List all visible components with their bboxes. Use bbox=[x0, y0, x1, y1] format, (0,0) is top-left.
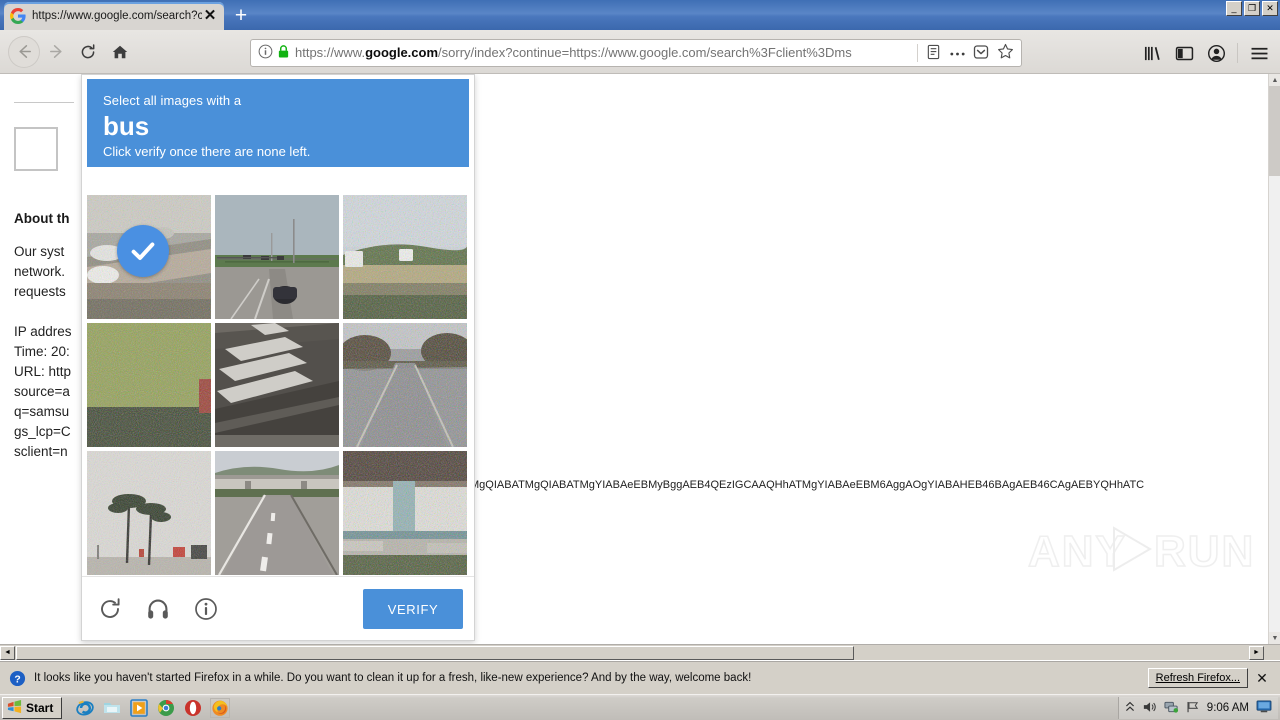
url-domain: google.com bbox=[365, 45, 439, 60]
system-tray: 9:06 AM bbox=[1117, 697, 1278, 719]
firefox-notification-bar: ? It looks like you haven't started Fire… bbox=[0, 661, 1280, 694]
address-bar[interactable]: https://www.google.com/sorry/index?conti… bbox=[250, 39, 1022, 67]
google-g-icon bbox=[10, 8, 26, 24]
url-divider bbox=[917, 44, 918, 62]
captcha-tile-1[interactable] bbox=[87, 195, 211, 319]
taskbar: Start 9:06 AM bbox=[0, 694, 1280, 720]
page-content: About th Our syst network. requests IP a… bbox=[0, 74, 1268, 644]
start-label: Start bbox=[26, 700, 54, 715]
captcha-image-grid bbox=[87, 195, 471, 575]
notification-message: It looks like you haven't started Firefo… bbox=[34, 672, 752, 684]
folder-icon[interactable] bbox=[103, 699, 121, 717]
chrome-icon[interactable] bbox=[157, 699, 175, 717]
internet-explorer-icon[interactable] bbox=[76, 699, 95, 717]
url-path: /sorry/index?continue=https://www.google… bbox=[438, 45, 852, 60]
flag-icon[interactable] bbox=[1186, 700, 1200, 717]
tab-close-button[interactable]: ✕ bbox=[202, 8, 218, 24]
url-scheme: https://www. bbox=[295, 45, 366, 60]
notification-close-button[interactable]: ✕ bbox=[1254, 670, 1270, 687]
checkmark-icon bbox=[117, 225, 169, 277]
speaker-icon[interactable] bbox=[1142, 700, 1157, 717]
captcha-tile-8[interactable] bbox=[215, 451, 339, 575]
forward-arrow-icon[interactable] bbox=[40, 36, 72, 68]
ellipsis-icon[interactable] bbox=[945, 46, 969, 60]
title-bar: https://www.google.com/search?c ✕ + _ ❐ … bbox=[0, 0, 1280, 30]
captcha-tile-7[interactable] bbox=[87, 451, 211, 575]
browser-tab[interactable]: https://www.google.com/search?c ✕ bbox=[4, 2, 224, 30]
anyrun-watermark: ANY RUN bbox=[1027, 520, 1258, 578]
scroll-down-arrow[interactable]: ▼ bbox=[1269, 632, 1280, 644]
captcha-target-object: bus bbox=[103, 111, 150, 141]
back-arrow-icon[interactable] bbox=[8, 35, 40, 68]
captcha-tile-6[interactable] bbox=[343, 323, 467, 447]
headphones-icon[interactable] bbox=[144, 595, 172, 623]
windows-logo-icon bbox=[7, 699, 22, 717]
new-tab-button[interactable]: + bbox=[228, 4, 254, 29]
vertical-scroll-thumb[interactable] bbox=[1269, 86, 1280, 176]
scroll-right-arrow[interactable]: ► bbox=[1249, 645, 1264, 660]
scroll-up-arrow[interactable]: ▲ bbox=[1269, 74, 1280, 86]
captcha-tile-4[interactable] bbox=[87, 323, 211, 447]
minimize-button[interactable]: _ bbox=[1226, 1, 1242, 16]
account-icon[interactable] bbox=[1201, 39, 1231, 67]
recaptcha-challenge: Select all images with a bus Click verif… bbox=[81, 74, 475, 641]
close-button[interactable]: ✕ bbox=[1262, 1, 1278, 16]
media-player-icon[interactable] bbox=[130, 698, 149, 717]
svg-text:?: ? bbox=[14, 674, 20, 685]
refresh-firefox-button[interactable]: Refresh Firefox... bbox=[1147, 668, 1248, 688]
start-button[interactable]: Start bbox=[2, 696, 63, 719]
horizontal-scrollbar[interactable]: ◄ ► bbox=[0, 644, 1280, 660]
library-icon[interactable] bbox=[1137, 39, 1167, 67]
pocket-icon[interactable] bbox=[969, 44, 993, 63]
reload-icon[interactable] bbox=[72, 36, 104, 68]
refresh-firefox-label: Refresh Firefox... bbox=[1155, 672, 1240, 684]
svg-text:RUN: RUN bbox=[1154, 527, 1255, 576]
scroll-left-arrow[interactable]: ◄ bbox=[0, 645, 15, 660]
restore-button[interactable]: ❐ bbox=[1244, 1, 1260, 16]
reader-view-icon[interactable] bbox=[921, 44, 945, 63]
captcha-tile-2[interactable] bbox=[215, 195, 339, 319]
recaptcha-checkbox[interactable] bbox=[14, 127, 58, 171]
captcha-tile-5[interactable] bbox=[215, 323, 339, 447]
opera-icon[interactable] bbox=[184, 699, 202, 717]
padlock-icon[interactable] bbox=[275, 44, 291, 62]
chevron-up-icon[interactable] bbox=[1125, 701, 1135, 716]
show-desktop-icon[interactable] bbox=[1256, 700, 1272, 716]
captcha-footer: VERIFY bbox=[82, 576, 474, 640]
tab-title: https://www.google.com/search?c bbox=[32, 10, 202, 22]
url-text[interactable]: https://www.google.com/sorry/index?conti… bbox=[291, 45, 914, 61]
long-query-token: MgQIABATMgQIABATMgYIABAeEBMyBggAEB4QEzIG… bbox=[470, 479, 1145, 491]
sidebar-icon[interactable] bbox=[1169, 39, 1199, 67]
toolbar-right-icons bbox=[1137, 39, 1274, 67]
firefox-icon[interactable] bbox=[210, 697, 231, 718]
star-icon[interactable] bbox=[993, 43, 1017, 63]
browser-window: https://www.google.com/search?c ✕ + _ ❐ … bbox=[0, 0, 1280, 720]
clock[interactable]: 9:06 AM bbox=[1207, 702, 1249, 714]
captcha-tile-3[interactable] bbox=[343, 195, 467, 319]
network-icon[interactable] bbox=[1164, 700, 1179, 717]
captcha-prompt-prefix: Select all images with a bbox=[103, 93, 242, 108]
captcha-header: Select all images with a bus Click verif… bbox=[87, 79, 469, 167]
quick-launch-bar bbox=[76, 697, 231, 718]
hamburger-menu-icon[interactable] bbox=[1244, 39, 1274, 67]
info-circle-icon[interactable] bbox=[255, 44, 275, 62]
toolbar-divider bbox=[1237, 43, 1238, 63]
captcha-instruction: Click verify once there are none left. bbox=[103, 144, 311, 159]
captcha-tile-9[interactable] bbox=[343, 451, 467, 575]
window-controls: _ ❐ ✕ bbox=[1226, 1, 1278, 16]
divider bbox=[14, 102, 74, 103]
home-icon[interactable] bbox=[104, 36, 136, 68]
svg-text:ANY: ANY bbox=[1028, 527, 1127, 576]
info-circle-icon[interactable] bbox=[192, 595, 220, 623]
help-circle-icon: ? bbox=[6, 667, 28, 689]
verify-button[interactable]: VERIFY bbox=[363, 589, 463, 629]
horizontal-scroll-thumb[interactable] bbox=[16, 645, 854, 660]
refresh-icon[interactable] bbox=[96, 595, 124, 623]
vertical-scrollbar[interactable]: ▲ ▼ bbox=[1268, 74, 1280, 644]
